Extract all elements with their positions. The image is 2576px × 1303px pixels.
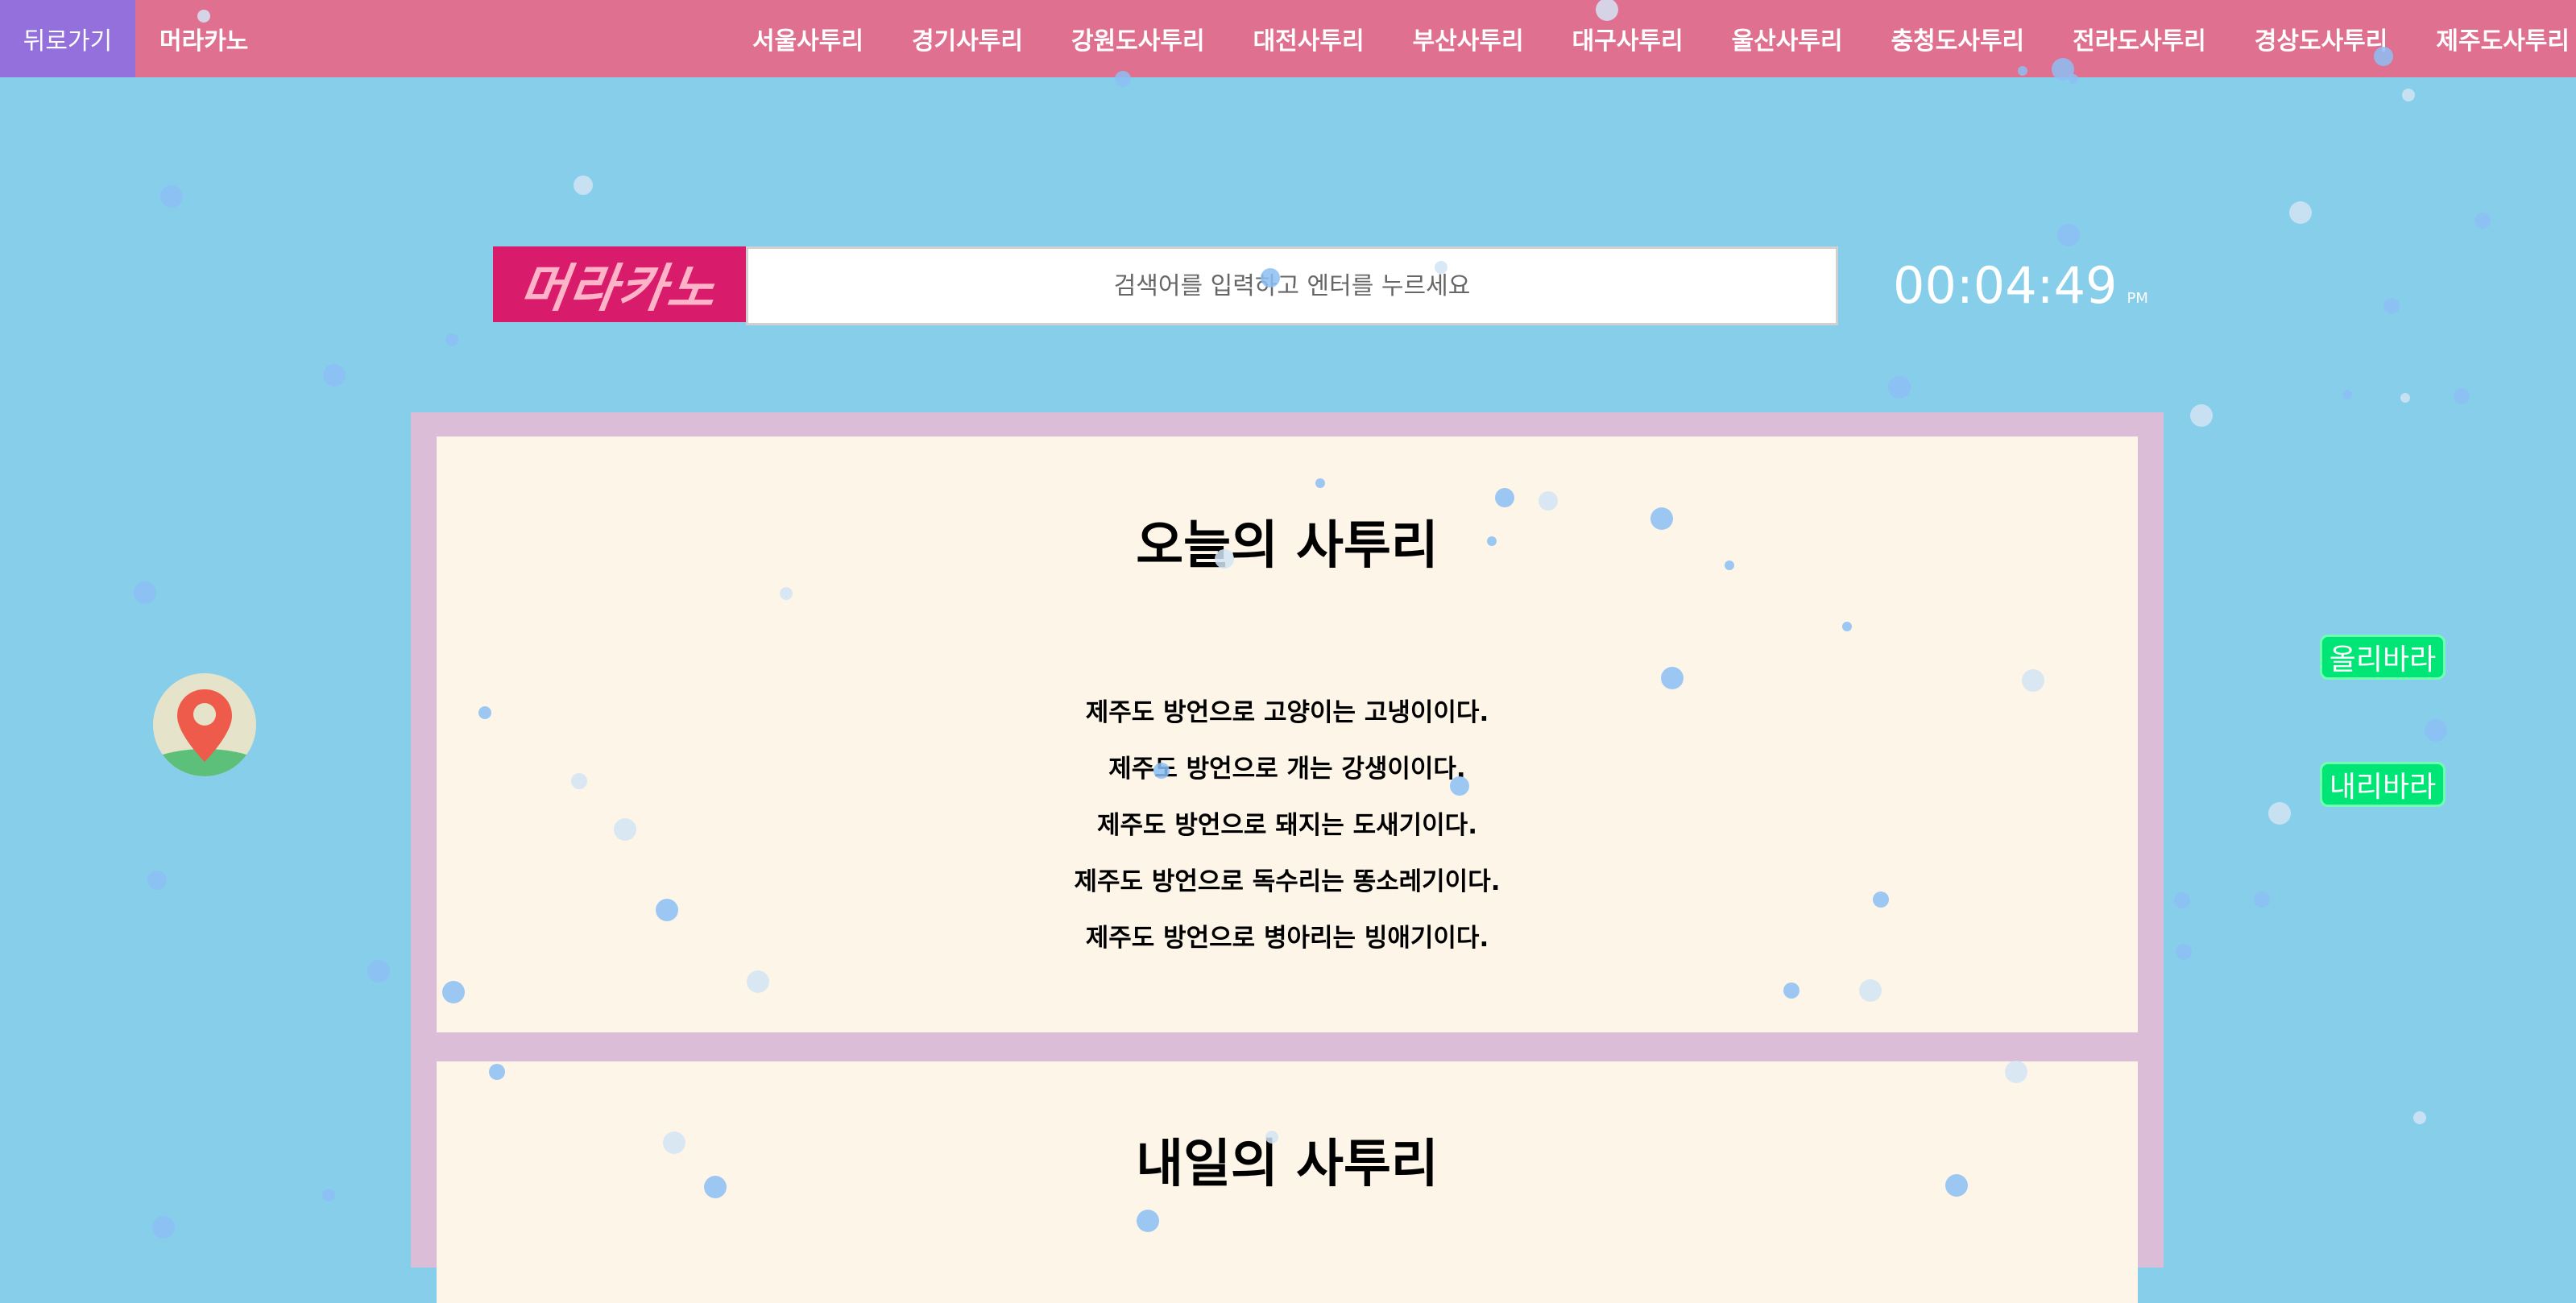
logo-text: 머라카노 [516, 259, 722, 319]
clock-ampm: PM [2127, 290, 2148, 307]
tomorrow-title: 내일의 사투리 [1136, 1135, 1439, 1194]
map-pin-icon[interactable] [153, 673, 256, 776]
bubble [1888, 376, 1911, 399]
nav-link-busan[interactable]: 부산사투리 [1413, 21, 1524, 56]
phrase-item: 제주도 방언으로 개는 강생이이다. [1108, 755, 1466, 784]
nav-link-gangwon[interactable]: 강원도사투리 [1071, 21, 1205, 56]
today-title: 오늘의 사투리 [1136, 516, 1439, 576]
bubble [2402, 89, 2415, 101]
nav-link-chungcheong[interactable]: 충청도사투리 [1891, 21, 2025, 56]
clock-time: 00:04:49 [1893, 256, 2118, 315]
nav-link-seoul[interactable]: 서울사투리 [752, 21, 863, 56]
today-phrase-list: 제주도 방언으로 고양이는 고냉이이다. 제주도 방언으로 개는 강생이이다. … [437, 685, 2138, 966]
bubble [367, 960, 390, 982]
bubble [152, 1216, 175, 1239]
nav-link-jeolla[interactable]: 전라도사투리 [2073, 21, 2206, 56]
tomorrow-dialect-card: 내일의 사투리 [437, 1061, 2138, 1303]
bubble [2254, 891, 2270, 908]
nav-link-daejeon[interactable]: 대전사투리 [1253, 21, 1365, 56]
bubble [160, 185, 183, 208]
phrase-item: 제주도 방언으로 독수리는 똥소레기이다. [1074, 867, 1501, 896]
nav-link-jeju[interactable]: 제주도사투리 [2436, 21, 2570, 56]
bubble [2454, 388, 2470, 404]
nav-link-ulsan[interactable]: 울산사투리 [1732, 21, 1843, 56]
today-dialect-card: 오늘의 사투리 제주도 방언으로 고양이는 고냉이이다. 제주도 방언으로 개는… [437, 436, 2138, 1032]
phrase-item: 제주도 방언으로 병아리는 빙애기이다. [1085, 924, 1489, 953]
nav-link-gyeonggi[interactable]: 경기사투리 [912, 21, 1023, 56]
bubble [2425, 719, 2447, 742]
phrase-item: 제주도 방언으로 고양이는 고냉이이다. [1085, 698, 1489, 727]
brand-link[interactable]: 머라카노 [159, 0, 248, 77]
bubble [2057, 224, 2080, 246]
back-button[interactable]: 뒤로가기 [0, 0, 135, 77]
scroll-up-button[interactable]: 올리바라 [2320, 635, 2446, 680]
phrase-item: 제주도 방언으로 돼지는 도새기이다. [1097, 811, 1477, 840]
bubble [2475, 213, 2491, 229]
bubble [2400, 393, 2410, 403]
bubble [2342, 390, 2352, 399]
bubble [134, 581, 156, 604]
bubble [2289, 201, 2312, 224]
map-pin-graphic [153, 689, 256, 776]
bubble [147, 871, 167, 890]
bubble [2383, 298, 2400, 314]
region-nav: 서울사투리 경기사투리 강원도사투리 대전사투리 부산사투리 대구사투리 울산사… [704, 0, 2570, 77]
clock: 00:04:49 PM [1893, 256, 2148, 315]
bubble [322, 1189, 335, 1202]
site-logo[interactable]: 머라카노 [493, 246, 746, 322]
bubble [2176, 944, 2192, 960]
bubble [2268, 802, 2291, 825]
search-input[interactable] [746, 246, 1838, 325]
nav-link-gyeongsang[interactable]: 경상도사투리 [2255, 21, 2388, 56]
nav-link-daegu[interactable]: 대구사투리 [1572, 21, 1684, 56]
bubble [445, 333, 458, 346]
bubble [2190, 404, 2213, 427]
bubble [2413, 1111, 2426, 1124]
top-nav-bar: 뒤로가기 머라카노 서울사투리 경기사투리 강원도사투리 대전사투리 부산사투리… [0, 0, 2576, 77]
bubble [2174, 892, 2190, 908]
scroll-down-button[interactable]: 내리바라 [2320, 762, 2446, 807]
bubble [574, 176, 593, 195]
bubble [323, 364, 346, 387]
content-panel: 오늘의 사투리 제주도 방언으로 고양이는 고냉이이다. 제주도 방언으로 개는… [411, 412, 2164, 1303]
